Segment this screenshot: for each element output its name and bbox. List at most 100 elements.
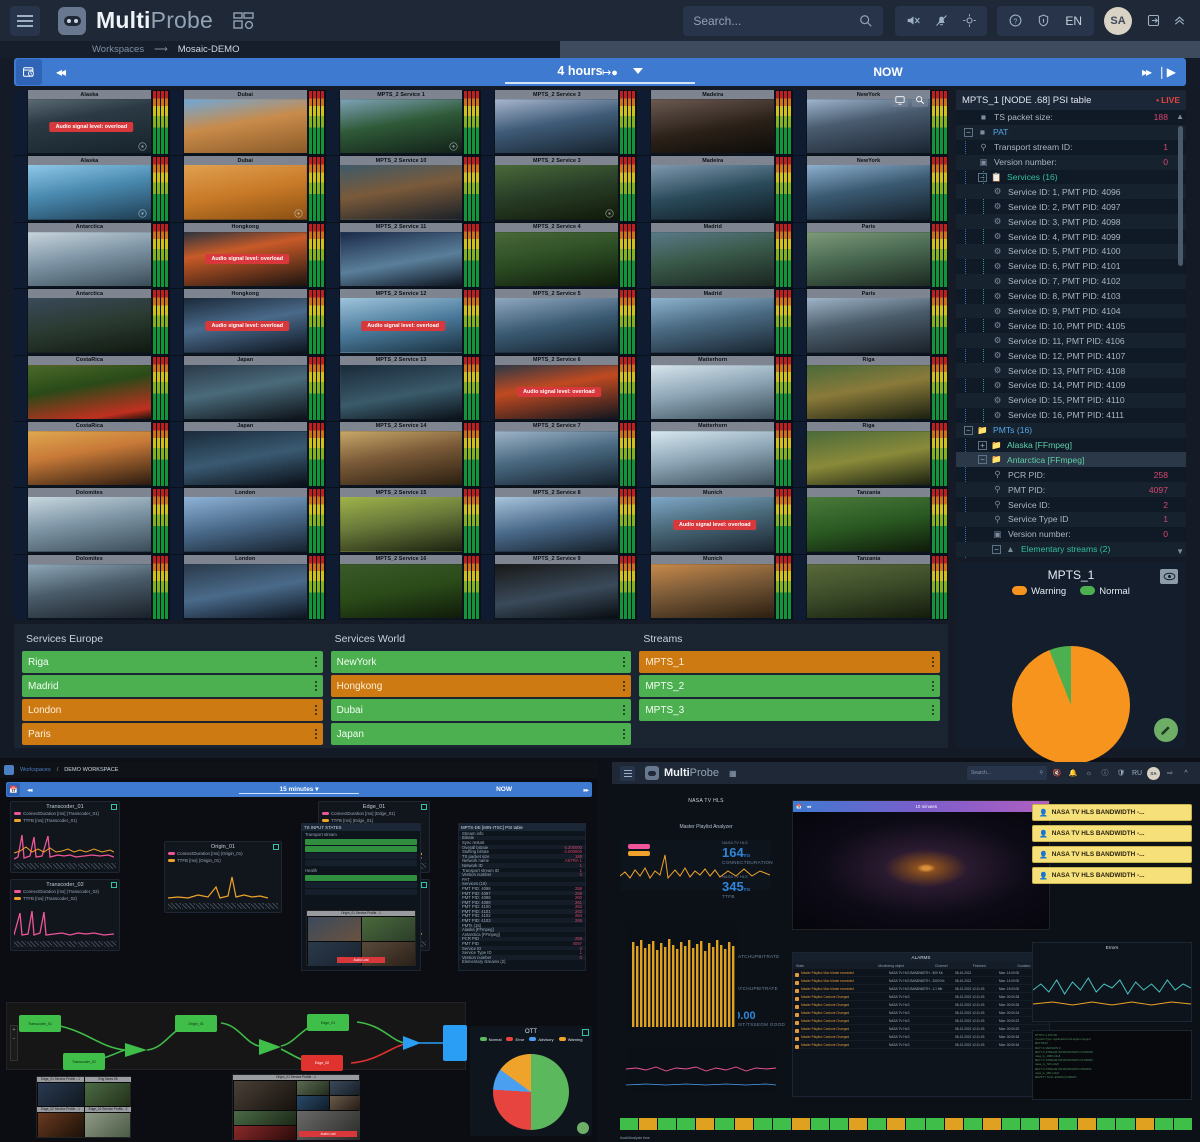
psi-field-row[interactable]: ⚙ Service ID: 4, PMT PID: 4099 (956, 229, 1186, 244)
psi-field-row[interactable]: ⚙ Service ID: 16, PMT PID: 4111 (956, 408, 1186, 423)
alarms-row[interactable]: Master Playlist: Cachunt Changed NASA TV … (793, 993, 1049, 1001)
avatar[interactable]: SA (1147, 766, 1160, 780)
tree-toggle-icon[interactable]: − (992, 544, 1001, 554)
tile-actions[interactable] (891, 92, 928, 107)
mosaic-tile[interactable]: Madrid (637, 222, 793, 289)
mosaic-tile[interactable]: Antarctica (14, 289, 169, 355)
alarms-row[interactable]: Master Playlist: Cachunt Changed NASA TV … (793, 1001, 1049, 1009)
availability-segment[interactable] (810, 1118, 830, 1130)
availability-segment[interactable] (868, 1118, 887, 1130)
psi-field-row[interactable]: ⚙ Service ID: 6, PMT PID: 4101 (956, 259, 1186, 274)
mosaic-tile[interactable]: CostaRica (14, 421, 169, 488)
psi-field-row[interactable]: ⚙ Service ID: 13, PMT PID: 4108 (956, 363, 1186, 379)
mosaic-tile[interactable]: Dolomites (14, 488, 169, 554)
psi-field-row[interactable]: ⚙ Service ID: 2, PMT PID: 4097 (956, 199, 1186, 214)
bell-icon[interactable]: 🔔 (1067, 767, 1079, 779)
bell-off-icon[interactable] (927, 7, 955, 35)
pie-chart[interactable] (1012, 646, 1130, 764)
bl-now-label[interactable]: NOW (496, 786, 512, 793)
player-timeline-bar[interactable]: 📅 ◂◂ 10 minutes ▸▸ (793, 801, 1049, 812)
row-menu-icon[interactable] (623, 729, 626, 739)
psi-group-row[interactable]: − 📁 PMTs (16) (956, 422, 1186, 438)
psi-field-row[interactable]: ⚲ Transport stream ID: 1 (956, 140, 1186, 155)
psi-field-row[interactable]: ⚙ Service ID: 3, PMT PID: 4098 (956, 214, 1186, 230)
open-monitor-icon[interactable] (891, 92, 908, 107)
hamburger-menu-icon[interactable] (620, 765, 635, 781)
mosaic-tile[interactable]: Riga (793, 355, 948, 421)
psi-field-row[interactable]: ▣ Version number: 0 (956, 154, 1186, 170)
psi-group-row[interactable]: − ■ PAT (956, 124, 1186, 140)
alarms-column-header[interactable]: Channel (932, 964, 970, 968)
mosaic-tile[interactable]: MPTS_2 Service 8 (481, 488, 637, 554)
edit-pencil-icon[interactable] (1154, 718, 1178, 742)
probe-preview[interactable]: Origin_01 Service Profile - 1 Audio Lost (306, 910, 416, 966)
bl-range-selector[interactable]: 15 minutes ▾ (239, 785, 359, 794)
mosaic-tile[interactable]: MPTS_2 Service 15 (325, 488, 481, 554)
availability-segment[interactable] (963, 1118, 982, 1130)
help-circle-icon[interactable]: ? (1001, 7, 1029, 35)
calendar-clock-icon[interactable] (16, 59, 42, 85)
mosaic-tile[interactable]: Hongkong Audio signal level: overload (169, 289, 325, 355)
psi-group-row[interactable]: + 📁 Alaska [FFmpeg] (956, 438, 1186, 453)
alarms-row[interactable]: Master Playlist: Cachunt Changed NASA TV … (793, 1017, 1049, 1025)
service-row[interactable]: MPTS_2 (639, 675, 941, 697)
scroll-down-icon[interactable]: ▼ (1176, 547, 1184, 556)
shield-info-icon[interactable] (1029, 7, 1057, 35)
psi-field-row[interactable]: ⚙ Service ID: 10, PMT PID: 4105 (956, 318, 1186, 333)
availability-segment[interactable] (1116, 1118, 1135, 1130)
language-selector[interactable]: EN (1057, 14, 1090, 28)
mosaic-tile[interactable]: Dubai (169, 90, 325, 156)
availability-segment[interactable] (639, 1118, 658, 1130)
mosaic-tile[interactable]: Madeira (637, 90, 793, 156)
search-input[interactable]: Search... (683, 5, 884, 36)
player-calendar-icon[interactable]: 📅 (796, 804, 801, 810)
psi-field-row[interactable]: ▣ Version number: 0 (956, 527, 1186, 542)
mosaic-tile[interactable]: MPTS_2 Service 3 (481, 156, 637, 222)
row-menu-icon[interactable] (932, 681, 935, 691)
psi-field-row[interactable]: ⚲ PMT PID: 4097 (956, 482, 1186, 498)
availability-segment[interactable] (887, 1118, 906, 1130)
psi-field-row[interactable]: ⚲ Service Type ID 1 (956, 512, 1186, 527)
zoom-controls[interactable]: + − (10, 1025, 18, 1061)
mosaic-tile[interactable]: Paris (793, 289, 948, 355)
network-topology-diagram[interactable]: Transcoder_01 Transcoder_02 Origin_01 Ed… (6, 1002, 467, 1071)
alarms-row-list[interactable]: Master Playlist: Max bitrate exceeded NAS… (793, 969, 1049, 1049)
ott-checkbox[interactable] (582, 1029, 589, 1036)
psi-field-row[interactable]: ⚙ Service ID: 7, PMT PID: 4102 (956, 273, 1186, 289)
mosaic-tile[interactable]: Dolomites (14, 554, 169, 620)
brightness-icon[interactable]: ☼ (1083, 767, 1095, 779)
service-row[interactable]: Paris (22, 723, 323, 745)
mosaic-tile[interactable]: MPTS_2 Service 1 (325, 90, 481, 156)
service-row[interactable]: NewYork (330, 651, 632, 673)
card-checkbox[interactable] (421, 882, 427, 888)
dashboard-grid-icon[interactable]: ▦ (729, 769, 737, 778)
psi-group-row[interactable]: − 📁 Antarctica [FFmpeg] (956, 452, 1186, 468)
bl-psi-table[interactable]: MPTS-DE [MIN-ITSC] PSI table Stream info… (458, 823, 586, 971)
rewind-button[interactable]: ◂◂ (56, 65, 66, 79)
availability-segment[interactable] (677, 1118, 696, 1130)
availability-segment[interactable] (1135, 1118, 1154, 1130)
tree-toggle-icon[interactable]: − (978, 172, 987, 182)
availability-segment[interactable] (753, 1118, 772, 1130)
psi-field-row[interactable]: ⚙ Service ID: 14, PMT PID: 4109 (956, 378, 1186, 393)
bandwidth-alert-item[interactable]: 👤 NASA TV HLS BANDWIDTH -... (1032, 804, 1192, 821)
mosaic-tile[interactable]: Japan (169, 355, 325, 421)
mosaic-tile[interactable]: Hongkong Audio signal level: overload (169, 222, 325, 289)
row-menu-icon[interactable] (932, 657, 935, 667)
playlist-log[interactable]: HTTP/1.1 200 OK Content-Type: applicatio… (1032, 1030, 1192, 1100)
breadcrumb-root[interactable]: Workspaces (92, 44, 144, 55)
service-row[interactable]: MPTS_3 (639, 699, 941, 721)
mosaic-tile[interactable]: Munich Audio signal level: overload (637, 488, 793, 554)
jump-to-icon[interactable]: ↦● (602, 66, 618, 79)
mosaic-tile[interactable]: Madeira (637, 156, 793, 222)
mosaic-tile[interactable]: MPTS_2 Service 16 (325, 554, 481, 620)
psi-field-row[interactable]: ⚙ Service ID: 12, PMT PID: 4107 (956, 348, 1186, 363)
bl-psi-row[interactable]: Elementary streams (2) (459, 959, 585, 964)
availability-segment[interactable] (830, 1118, 849, 1130)
availability-strip[interactable] (620, 1118, 1192, 1130)
tree-toggle-icon[interactable]: − (964, 425, 973, 435)
mosaic-tile[interactable]: MPTS_2 Service 6 Audio signal level: over… (481, 355, 637, 421)
psi-field-row[interactable]: ⚙ Service ID: 8, PMT PID: 4103 (956, 289, 1186, 304)
mosaic-tile[interactable]: MPTS_2 Service 9 (481, 554, 637, 620)
scroll-up-icon[interactable]: ▲ (1176, 112, 1184, 121)
